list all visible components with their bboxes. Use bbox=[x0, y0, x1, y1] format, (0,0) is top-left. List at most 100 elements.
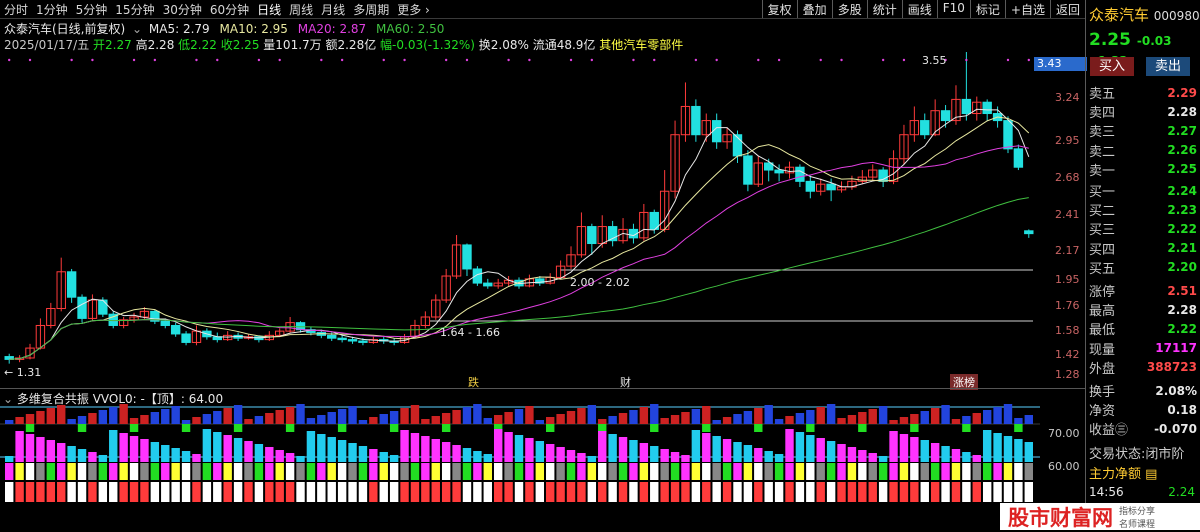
signal-block bbox=[46, 482, 56, 502]
volume-bar bbox=[504, 432, 513, 462]
price-tick: 2.95 bbox=[1055, 134, 1080, 147]
signal-block bbox=[847, 463, 857, 480]
signal-block bbox=[150, 463, 160, 480]
osc-bar bbox=[119, 404, 128, 424]
signal-block bbox=[1024, 482, 1033, 502]
collapse-icon[interactable]: ⌄ bbox=[132, 22, 142, 36]
osc-bar bbox=[587, 405, 597, 424]
tool-button-0[interactable]: 复权 bbox=[761, 0, 797, 18]
quote-row: 换手 2.08% bbox=[1089, 383, 1197, 401]
signal-block bbox=[473, 463, 482, 480]
osc-bar bbox=[712, 420, 721, 424]
osc-bar bbox=[327, 412, 336, 424]
volume-bar bbox=[566, 450, 576, 462]
signal-block bbox=[254, 463, 264, 480]
period-tab-4[interactable]: 30分钟 bbox=[163, 1, 202, 18]
tool-button-2[interactable]: 多股 bbox=[831, 0, 867, 18]
tool-button-1[interactable]: 叠加 bbox=[796, 0, 832, 18]
tool-button-6[interactable]: 标记 bbox=[969, 0, 1005, 18]
period-tab-3[interactable]: 15分钟 bbox=[115, 1, 154, 18]
candle bbox=[784, 161, 795, 179]
osc-bar bbox=[546, 417, 555, 424]
signal-block bbox=[837, 482, 846, 502]
candle bbox=[420, 311, 431, 329]
signal-block bbox=[878, 482, 888, 502]
volume-bar bbox=[764, 451, 773, 462]
signal-block bbox=[670, 482, 680, 502]
signal-block bbox=[379, 463, 388, 480]
volume-bar bbox=[1014, 439, 1023, 462]
signal-block bbox=[275, 463, 284, 480]
tool-button-3[interactable]: 统计 bbox=[866, 0, 902, 18]
volume-bar bbox=[150, 442, 160, 462]
signal-block bbox=[483, 482, 492, 502]
signal-dot bbox=[195, 58, 198, 62]
volume-bar bbox=[254, 444, 264, 462]
watermark-logo: 股市财富网 指标分享 名师课程 bbox=[1000, 503, 1200, 530]
volume-bar bbox=[629, 440, 638, 462]
osc-bar bbox=[930, 408, 940, 424]
candle bbox=[816, 178, 826, 196]
signal-block bbox=[1003, 482, 1013, 502]
signal-dot bbox=[257, 58, 261, 62]
price-tick: 1.58 bbox=[1055, 324, 1080, 337]
volume-bar bbox=[483, 454, 492, 462]
candle bbox=[670, 120, 680, 199]
period-tab-2[interactable]: 5分钟 bbox=[76, 1, 108, 18]
candle bbox=[212, 332, 222, 343]
signal-block bbox=[806, 482, 815, 502]
volume-bar bbox=[46, 440, 56, 462]
tool-button-7[interactable]: +自选 bbox=[1004, 0, 1050, 18]
period-tab-9[interactable]: 多周期 bbox=[353, 1, 389, 18]
signal-block bbox=[192, 482, 201, 502]
osc-bar bbox=[608, 416, 617, 424]
osc-bar bbox=[5, 420, 14, 424]
signal-block bbox=[462, 463, 472, 480]
period-tab-7[interactable]: 周线 bbox=[289, 1, 313, 18]
volume-bar bbox=[795, 432, 805, 462]
signal-block bbox=[57, 482, 66, 502]
candle bbox=[462, 243, 472, 277]
volume-bar bbox=[410, 433, 420, 462]
osc-bar bbox=[337, 409, 347, 424]
candle bbox=[46, 302, 56, 329]
period-tab-8[interactable]: 月线 bbox=[321, 1, 345, 18]
net-flow-label[interactable]: 主力净额 ▤ bbox=[1089, 463, 1157, 482]
indicator-chart[interactable] bbox=[0, 400, 1040, 530]
osc-bar bbox=[254, 416, 264, 424]
candle bbox=[566, 246, 576, 269]
signal-block bbox=[930, 463, 940, 480]
volume-bar bbox=[941, 446, 950, 462]
osc-bar bbox=[629, 410, 638, 424]
osc-bar bbox=[202, 414, 212, 424]
candlestick-chart[interactable] bbox=[0, 52, 1040, 387]
signal-dot bbox=[569, 58, 573, 62]
volume-bar bbox=[1024, 442, 1033, 462]
sell-button[interactable]: 卖出 bbox=[1146, 57, 1190, 76]
tool-button-8[interactable]: 返回 bbox=[1049, 0, 1085, 18]
osc-bar bbox=[816, 407, 825, 424]
period-tab-5[interactable]: 60分钟 bbox=[210, 1, 249, 18]
osc-bar bbox=[639, 407, 649, 424]
tool-button-5[interactable]: F10 bbox=[936, 0, 970, 18]
signal-block bbox=[650, 482, 659, 502]
ma60-label: MA60: 2.50 bbox=[376, 22, 445, 36]
buy-button[interactable]: 买入 bbox=[1090, 57, 1134, 76]
period-tab-0[interactable]: 分时 bbox=[4, 1, 28, 18]
volume-bar bbox=[109, 430, 118, 462]
osc-bar bbox=[982, 410, 992, 424]
signal-block bbox=[150, 482, 160, 502]
price-tick: 1.95 bbox=[1055, 273, 1080, 286]
volume-bar bbox=[733, 442, 742, 462]
osc-bar bbox=[452, 410, 461, 424]
volume-bar bbox=[275, 450, 284, 462]
signal-block bbox=[15, 482, 24, 502]
period-tab-1[interactable]: 1分钟 bbox=[36, 1, 68, 18]
period-tab-10[interactable]: 更多 › bbox=[397, 1, 430, 18]
signal-block bbox=[587, 463, 597, 480]
volume-bar bbox=[265, 447, 274, 462]
bar-sector[interactable]: 其他汽车零部件 bbox=[599, 38, 683, 52]
period-tab-6[interactable]: 日线 bbox=[257, 1, 281, 18]
signal-block bbox=[774, 482, 784, 502]
tool-button-4[interactable]: 画线 bbox=[901, 0, 937, 18]
